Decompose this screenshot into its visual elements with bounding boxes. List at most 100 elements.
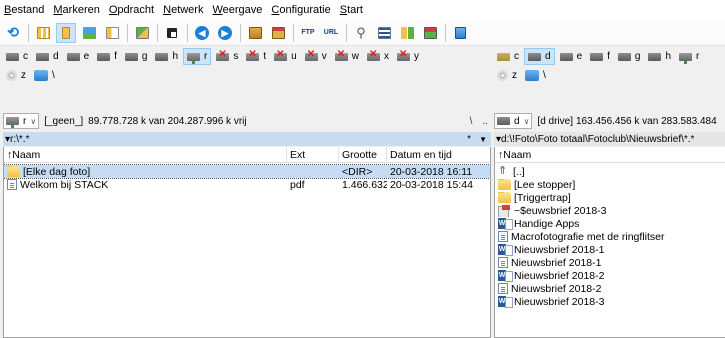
left-drive-button-f[interactable]: f xyxy=(94,48,120,65)
menu-start[interactable]: Start xyxy=(340,4,363,16)
left-drive-combo[interactable]: r ∨ xyxy=(3,113,40,129)
column-date[interactable]: Datum en tijd xyxy=(387,147,489,162)
left-drive-button-w[interactable]: w xyxy=(332,48,362,65)
folder-icon xyxy=(498,178,511,190)
file-row[interactable]: Welkom bij STACK pdf 1.466.632 20-03-2018 1… xyxy=(4,178,490,191)
right-drive-button-d[interactable]: d xyxy=(524,48,555,65)
column-size[interactable]: Grootte xyxy=(339,147,387,162)
search-button[interactable]: ⚲ xyxy=(351,23,371,43)
right-drive-button-e[interactable]: e xyxy=(557,48,586,65)
left-drive-button-u[interactable]: u xyxy=(271,48,300,65)
left-path-bar[interactable]: ▾r:\*.* * ▼ xyxy=(3,132,491,146)
left-drive-button-g[interactable]: g xyxy=(122,48,151,65)
menu-netwerk[interactable]: Netwerk xyxy=(163,4,203,16)
toolbar-separator xyxy=(240,23,241,42)
left-drive-button-t[interactable]: t xyxy=(243,48,269,65)
right-file-panel[interactable]: ↑Naam [..][Lee stopper][Triggertrap]~$eu… xyxy=(494,147,725,338)
left-drive-button-x[interactable]: x xyxy=(364,48,392,65)
right-drive-button-g[interactable]: g xyxy=(615,48,644,65)
file-size: <DIR> xyxy=(342,165,373,178)
multi-rename-button[interactable] xyxy=(374,23,394,43)
file-name: Nieuwsbrief 2018-1 xyxy=(511,256,602,269)
left-history-star[interactable]: * xyxy=(467,134,471,145)
back-button[interactable]: ◀ xyxy=(192,23,212,43)
left-drive-button-h[interactable]: h xyxy=(152,48,181,65)
left-drive-button-z[interactable]: z xyxy=(3,67,29,84)
file-row[interactable]: [Lee stopper] xyxy=(495,178,725,191)
right-drive-button-z[interactable]: z xyxy=(494,67,520,84)
menu-accelerator: M xyxy=(53,4,63,16)
refresh-button[interactable]: ⟲ xyxy=(3,23,23,43)
menu-markeren[interactable]: Markeren xyxy=(53,4,99,16)
file-row[interactable]: Nieuwsbrief 2018-1 xyxy=(495,256,725,269)
unpack-button[interactable] xyxy=(268,23,288,43)
file-row[interactable]: Nieuwsbrief 2018-1 xyxy=(495,243,725,256)
right-drive-button-r[interactable]: r xyxy=(676,48,702,65)
url-connect-button[interactable]: URL xyxy=(321,23,341,43)
right-drive-button-f[interactable]: f xyxy=(587,48,613,65)
view-brief-button[interactable] xyxy=(33,23,53,43)
left-drive-button-network[interactable]: \ xyxy=(31,67,58,84)
right-file-list: [..][Lee stopper][Triggertrap]~$euwsbrie… xyxy=(495,163,725,308)
compare-button[interactable] xyxy=(162,23,182,43)
left-drive-button-y[interactable]: y xyxy=(394,48,422,65)
view-full-button[interactable] xyxy=(56,22,76,43)
notepad-button[interactable] xyxy=(450,23,470,43)
left-volume-label: [_geen_] xyxy=(44,115,84,127)
right-drive-button-c[interactable]: c xyxy=(494,48,522,65)
drive-letter: g xyxy=(141,51,148,62)
right-drive-bar: cdefg h r xyxy=(494,47,725,66)
left-drive-button-r[interactable]: r xyxy=(183,48,212,65)
forward-button[interactable]: ▶ xyxy=(215,23,235,43)
left-drive-button-c[interactable]: c xyxy=(3,48,31,65)
column-name[interactable]: ↑Naam xyxy=(495,147,725,162)
view-tree-button[interactable] xyxy=(102,23,122,43)
right-path-bar[interactable]: ▾d:\!Foto\Foto totaal\Fotoclub\Nieuwsbri… xyxy=(494,132,725,146)
menu-weergave[interactable]: Weergave xyxy=(212,4,262,16)
menu-bestand[interactable]: Bestand xyxy=(4,4,44,16)
invert-selection-icon xyxy=(135,26,149,39)
refresh-icon: ⟲ xyxy=(7,24,19,40)
right-drive-button-network[interactable]: \ xyxy=(522,67,549,84)
drive-letter: \ xyxy=(52,70,55,81)
right-drive-combo[interactable]: d ∨ xyxy=(494,113,533,129)
sync-dirs-button[interactable] xyxy=(397,23,417,43)
pack-button[interactable] xyxy=(245,23,265,43)
column-ext[interactable]: Ext xyxy=(287,147,339,162)
left-path: ▾r:\*.* xyxy=(5,133,30,145)
left-up-button[interactable]: .. xyxy=(482,116,488,127)
left-history-dropdown[interactable]: ▼ xyxy=(479,135,487,144)
menu-opdracht[interactable]: Opdracht xyxy=(109,4,154,16)
view-thumbnails-button[interactable] xyxy=(79,23,99,43)
file-row[interactable]: ~$euwsbrief 2018-3 xyxy=(495,204,725,217)
drive-letter: h xyxy=(665,51,672,62)
file-size: 1.466.632 xyxy=(342,178,387,191)
file-row[interactable]: [..] xyxy=(495,165,725,178)
left-drive-button-v[interactable]: v xyxy=(302,48,330,65)
unpack-icon xyxy=(271,26,285,39)
file-row[interactable]: [Elke dag foto] <DIR> 20-03-2018 16:11 xyxy=(4,164,490,179)
ftp-connect-button[interactable]: FTP xyxy=(298,23,318,43)
menu-configuratie[interactable]: Configuratie xyxy=(271,4,330,16)
invert-selection-button[interactable] xyxy=(132,23,152,43)
right-drive-button-h[interactable]: h xyxy=(645,48,674,65)
left-drive-button-s[interactable]: s xyxy=(213,48,241,65)
left-file-panel[interactable]: ↑Naam Ext Grootte Datum en tijd [Elke da… xyxy=(3,147,491,338)
word-document-icon xyxy=(498,296,513,308)
file-row[interactable]: Nieuwsbrief 2018-2 xyxy=(495,269,725,282)
left-drive-button-e[interactable]: e xyxy=(64,48,93,65)
file-row[interactable]: Nieuwsbrief 2018-3 xyxy=(495,295,725,308)
document-icon xyxy=(498,231,508,242)
document-icon xyxy=(498,283,508,294)
drive-letter: r xyxy=(696,51,700,62)
file-row[interactable]: [Triggertrap] xyxy=(495,191,725,204)
toolbar-separator xyxy=(157,23,158,42)
disconnected-drive-icon xyxy=(334,49,348,61)
file-row[interactable]: Handige Apps xyxy=(495,217,725,230)
extra-tool-button[interactable] xyxy=(420,23,440,43)
left-root-button[interactable]: \ xyxy=(470,116,473,127)
file-row[interactable]: Nieuwsbrief 2018-2 xyxy=(495,282,725,295)
file-row[interactable]: Macrofotografie met de ringflitser xyxy=(495,230,725,243)
left-drive-button-d[interactable]: d xyxy=(33,48,62,65)
column-name[interactable]: ↑Naam xyxy=(4,147,287,162)
